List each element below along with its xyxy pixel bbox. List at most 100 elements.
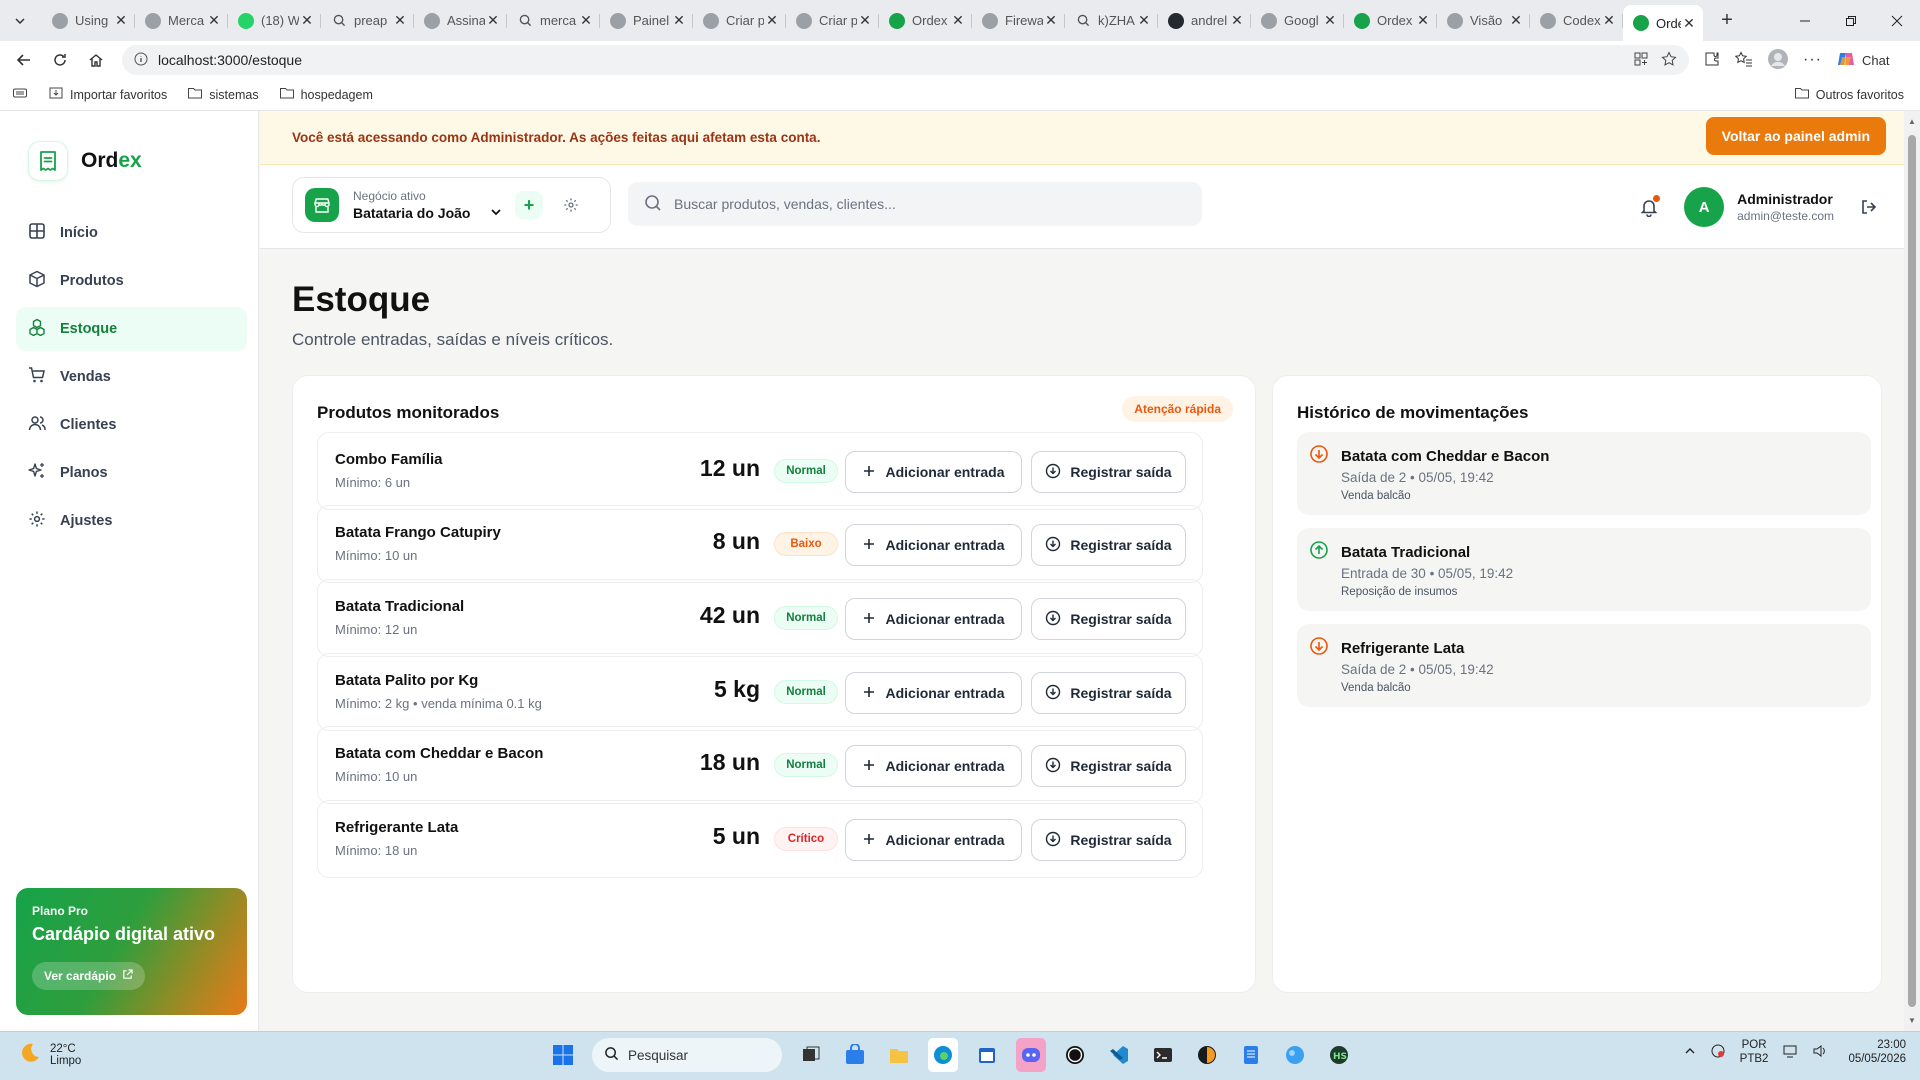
browser-tab[interactable]: Codex ✕ — [1530, 5, 1623, 37]
task-view-icon[interactable] — [796, 1038, 826, 1072]
sidebar-item-vendas[interactable]: Vendas — [16, 355, 247, 399]
scroll-down-icon[interactable]: ▼ — [1908, 1016, 1916, 1025]
scrollbar-thumb[interactable] — [1908, 135, 1916, 1007]
file-explorer-icon[interactable] — [884, 1038, 914, 1072]
new-tab-button[interactable]: + — [1713, 7, 1741, 35]
logo[interactable]: Ordex — [28, 141, 142, 181]
copilot-chat-button[interactable]: Chat — [1836, 49, 1889, 72]
extensions-icon[interactable] — [1703, 50, 1721, 71]
register-exit-button[interactable]: Registrar saída — [1031, 745, 1186, 787]
close-tab-icon[interactable]: ✕ — [857, 12, 873, 29]
add-entry-button[interactable]: Adicionar entrada — [845, 451, 1022, 493]
reload-icon[interactable] — [44, 44, 76, 76]
add-business-button[interactable]: + — [515, 191, 543, 219]
register-exit-button[interactable]: Registrar saída — [1031, 598, 1186, 640]
close-tab-icon[interactable]: ✕ — [1601, 12, 1617, 29]
close-tab-icon[interactable]: ✕ — [1043, 12, 1059, 29]
sidebar-item-início[interactable]: Início — [16, 211, 247, 255]
register-exit-button[interactable]: Registrar saída — [1031, 672, 1186, 714]
add-entry-button[interactable]: Adicionar entrada — [845, 598, 1022, 640]
view-menu-button[interactable]: Ver cardápio — [32, 962, 146, 990]
bookmark-folder-sistemas[interactable]: sistemas — [187, 85, 259, 104]
close-tab-icon[interactable]: ✕ — [1322, 12, 1338, 29]
browser-tab[interactable]: Ordex✕ — [1344, 5, 1437, 37]
restore-icon[interactable] — [1828, 0, 1874, 41]
browser-tab[interactable]: merca ✕ — [507, 5, 600, 37]
register-exit-button[interactable]: Registrar saída — [1031, 524, 1186, 566]
app-available-icon[interactable] — [1633, 51, 1649, 70]
add-entry-button[interactable]: Adicionar entrada — [845, 672, 1022, 714]
minimize-icon[interactable] — [1782, 0, 1828, 41]
favorite-star-icon[interactable] — [1661, 50, 1677, 70]
sidebar-item-produtos[interactable]: Produtos — [16, 259, 247, 303]
business-settings-gear-icon[interactable] — [557, 191, 585, 219]
search-input[interactable] — [674, 196, 1154, 212]
more-menu-icon[interactable]: ··· — [1803, 51, 1822, 69]
profile-avatar[interactable] — [1767, 48, 1789, 73]
notifications-bell-icon[interactable] — [1634, 192, 1664, 222]
close-tab-icon[interactable]: ✕ — [299, 12, 315, 29]
logout-icon[interactable] — [1854, 192, 1884, 222]
browser-tab[interactable]: Merca ✕ — [135, 5, 228, 37]
browser-tab[interactable]: Criar p ✕ — [786, 5, 879, 37]
browser-tab[interactable]: Criar p ✕ — [693, 5, 786, 37]
add-entry-button[interactable]: Adicionar entrada — [845, 745, 1022, 787]
add-entry-button[interactable]: Adicionar entrada — [845, 819, 1022, 861]
calendar-app-icon[interactable] — [972, 1038, 1002, 1072]
browser-tab[interactable]: andrel ✕ — [1158, 5, 1251, 37]
register-exit-button[interactable]: Registrar saída — [1031, 451, 1186, 493]
other-bookmarks[interactable]: Outros favoritos — [1794, 85, 1904, 104]
sidebar-item-clientes[interactable]: Clientes — [16, 403, 247, 447]
close-tab-icon[interactable]: ✕ — [1229, 12, 1245, 29]
tray-app-icon[interactable] — [1710, 1043, 1726, 1062]
mesh-app-icon[interactable] — [1280, 1038, 1310, 1072]
browser-tab[interactable]: Visão ✕ — [1437, 5, 1530, 37]
user-avatar[interactable]: A — [1684, 187, 1725, 227]
volume-icon[interactable] — [1812, 1043, 1828, 1062]
sidebar-item-ajustes[interactable]: Ajustes — [16, 499, 247, 543]
bookmark-import[interactable]: Importar favoritos — [48, 85, 167, 104]
vscode-icon[interactable] — [1104, 1038, 1134, 1072]
browser-tab[interactable]: k)ZHA ✕ — [1065, 5, 1158, 37]
notes-app-icon[interactable] — [1236, 1038, 1266, 1072]
register-exit-button[interactable]: Registrar saída — [1031, 819, 1186, 861]
discord-icon[interactable] — [1016, 1038, 1046, 1072]
close-tab-icon[interactable]: ✕ — [950, 12, 966, 29]
hs-app-icon[interactable]: HS — [1324, 1038, 1354, 1072]
close-tab-icon[interactable]: ✕ — [578, 12, 594, 29]
store-app-icon[interactable] — [840, 1038, 870, 1072]
back-to-admin-button[interactable]: Voltar ao painel admin — [1705, 117, 1886, 155]
close-tab-icon[interactable]: ✕ — [485, 12, 501, 29]
terminal-icon[interactable] — [1148, 1038, 1178, 1072]
browser-tab[interactable]: preap ✕ — [321, 5, 414, 37]
close-tab-icon[interactable]: ✕ — [1415, 12, 1431, 29]
close-window-icon[interactable] — [1874, 0, 1920, 41]
close-tab-icon[interactable]: ✕ — [206, 12, 222, 29]
sidebar-item-estoque[interactable]: Estoque — [16, 307, 247, 351]
favorites-icon[interactable] — [1734, 50, 1753, 71]
browser-tab[interactable]: Firewa ✕ — [972, 5, 1065, 37]
browser-tab[interactable]: Googl ✕ — [1251, 5, 1344, 37]
close-tab-icon[interactable]: ✕ — [764, 12, 780, 29]
language-indicator[interactable]: POR PTB2 — [1740, 1038, 1769, 1067]
add-entry-button[interactable]: Adicionar entrada — [845, 524, 1022, 566]
close-tab-icon[interactable]: ✕ — [1508, 12, 1524, 29]
close-tab-icon[interactable]: ✕ — [1136, 12, 1152, 29]
back-icon[interactable] — [8, 44, 40, 76]
home-icon[interactable] — [80, 44, 112, 76]
scroll-up-icon[interactable]: ▲ — [1908, 117, 1916, 126]
weather-widget[interactable]: 22°C Limpo — [18, 1041, 81, 1068]
browser-tab[interactable]: Using ✕ — [42, 5, 135, 37]
windows-start-icon[interactable] — [548, 1038, 578, 1072]
system-clock[interactable]: 23:00 05/05/2026 — [1848, 1038, 1906, 1067]
page-scrollbar[interactable]: ▲ ▼ — [1904, 111, 1920, 1031]
edge-browser-icon[interactable] — [928, 1038, 958, 1072]
browser-tab[interactable]: Assina ✕ — [414, 5, 507, 37]
browser-tab[interactable]: (18) W ✕ — [228, 5, 321, 37]
close-tab-icon[interactable]: ✕ — [671, 12, 687, 29]
reading-list-icon[interactable] — [12, 85, 28, 104]
network-icon[interactable] — [1782, 1043, 1798, 1062]
sidebar-item-planos[interactable]: Planos — [16, 451, 247, 495]
browser-tab[interactable]: Ordex✕ — [1623, 5, 1703, 41]
url-field[interactable]: localhost:3000/estoque — [122, 45, 1689, 75]
